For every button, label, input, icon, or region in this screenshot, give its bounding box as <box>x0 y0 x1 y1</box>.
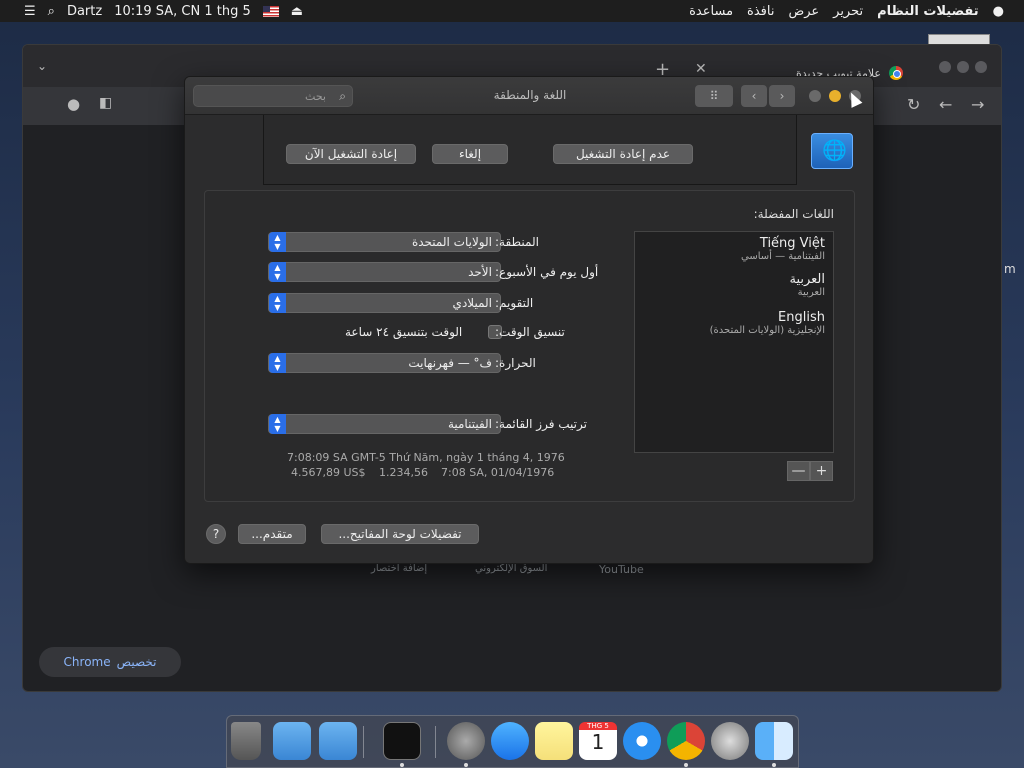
24-hour-checkbox-label[interactable]: الوقت بتنسيق ٢٤ ساعة <box>345 325 462 339</box>
show-all-grid-button[interactable]: ⠿ <box>695 85 733 107</box>
window-minimize-button[interactable] <box>939 61 951 73</box>
running-indicator <box>684 763 688 767</box>
window-titlebar: ⌕ بحث اللغة والمنطقة ⠿ ‹ › <box>185 77 873 115</box>
running-indicator <box>772 763 776 767</box>
menu-app-name[interactable]: تفضيلات النظام <box>877 4 979 19</box>
profile-icon[interactable]: ● <box>67 95 80 113</box>
region-popup[interactable]: ▲ ▼ الولايات المتحدة <box>268 232 501 252</box>
back-icon[interactable]: ← <box>939 95 952 114</box>
terminal-icon[interactable] <box>383 722 421 760</box>
temperature-label: الحرارة: <box>495 356 536 370</box>
temperature-popup[interactable]: ▲ ▼ ف° — فهرنهايت <box>268 353 501 373</box>
menu-window[interactable]: نافذة <box>747 4 774 19</box>
first-day-popup[interactable]: ▲ ▼ الأحد <box>268 262 501 282</box>
calendar-day: 1 <box>591 730 605 754</box>
menubar-user[interactable]: Dartz <box>67 4 102 19</box>
customize-brand: Chrome <box>63 655 111 669</box>
back-button[interactable]: ‹ <box>741 85 767 107</box>
list-item[interactable]: Tiếng Việt الفيتنامية — أساسي <box>741 236 825 262</box>
keyboard-preferences-button[interactable]: تفضيلات لوحة المفاتيح... <box>321 524 479 544</box>
shortcut-add[interactable]: إضافة اختصار <box>371 563 427 574</box>
popup-arrows-icon: ▲ ▼ <box>269 232 286 252</box>
remove-language-button[interactable]: — <box>787 461 810 481</box>
restart-now-button[interactable]: إعادة التشغيل الآن <box>286 144 416 164</box>
flag-icon[interactable] <box>262 5 279 17</box>
cancel-button[interactable]: إلغاء <box>432 144 508 164</box>
help-button[interactable]: ? <box>206 524 226 544</box>
eject-icon[interactable]: ⏏ <box>291 4 303 19</box>
dock-separator <box>363 726 364 758</box>
app-store-icon[interactable] <box>491 722 529 760</box>
side-panel-icon[interactable]: ◧ <box>99 95 112 111</box>
safari-icon[interactable] <box>623 722 661 760</box>
running-indicator <box>400 763 404 767</box>
dont-restart-button[interactable]: عدم إعادة التشغيل <box>553 144 693 164</box>
forward-button[interactable]: › <box>769 85 795 107</box>
sort-order-label: ترتيب فرز القائمة: <box>495 417 587 431</box>
general-panel: اللغات المفضلة: Tiếng Việt الفيتنامية — … <box>204 190 855 502</box>
customize-label: تخصيص <box>116 655 157 669</box>
list-item[interactable]: English الإنجليزية (الولايات المتحدة) <box>710 310 825 336</box>
applications-folder-icon[interactable] <box>319 722 357 760</box>
advanced-button[interactable]: متقدم... <box>238 524 306 544</box>
trash-icon[interactable] <box>231 722 261 760</box>
chrome-icon[interactable] <box>667 722 705 760</box>
popup-arrows-icon: ▲ ▼ <box>269 262 286 282</box>
sample-number: 1.234,56 <box>379 466 428 479</box>
notes-icon[interactable] <box>535 722 573 760</box>
chrome-tab-favicon-icon <box>889 66 903 80</box>
system-preferences-icon[interactable] <box>447 722 485 760</box>
list-item[interactable]: العربية العربية <box>789 272 825 298</box>
apple-icon[interactable]: ● <box>993 4 1004 19</box>
calendar-popup[interactable]: ▲ ▼ الميلادي <box>268 293 501 313</box>
popup-arrows-icon: ▲ ▼ <box>269 353 286 373</box>
calendar-label: التقويم: <box>495 296 534 310</box>
minimize-button[interactable] <box>829 90 841 102</box>
forward-icon[interactable]: → <box>971 95 984 114</box>
popup-arrows-icon: ▲ ▼ <box>269 293 286 313</box>
menu-bar: ☰ ⌕ Dartz 10:19 SA, CN 1 thg 5 ⏏ مساعدة … <box>0 0 1024 22</box>
dock: THG 5 1 <box>226 715 799 768</box>
search-icon[interactable]: ⌕ <box>48 4 55 19</box>
side-text: m <box>1004 262 1016 276</box>
menubar-clock[interactable]: 10:19 SA, CN 1 thg 5 <box>114 4 251 19</box>
finder-icon[interactable] <box>755 722 793 760</box>
list-icon[interactable]: ☰ <box>24 4 36 19</box>
sample-short-date: 7:08 SA, 01/04/1976 <box>441 466 555 479</box>
language-region-window: ⌕ بحث اللغة والمنطقة ⠿ ‹ › إعادة التشغيل… <box>184 76 874 564</box>
languages-list[interactable]: Tiếng Việt الفيتنامية — أساسي العربية ال… <box>634 231 834 453</box>
preferred-languages-heading: اللغات المفضلة: <box>753 207 834 221</box>
menu-edit[interactable]: تحرير <box>833 4 863 19</box>
close-tab-icon[interactable]: ✕ <box>695 61 707 77</box>
add-remove-buttons: — + <box>787 461 833 481</box>
calendar-icon[interactable]: THG 5 1 <box>579 722 617 760</box>
globe-icon <box>811 133 853 169</box>
calendar-month: THG 5 <box>579 722 617 730</box>
zoom-button[interactable] <box>809 90 821 102</box>
downloads-folder-icon[interactable] <box>273 722 311 760</box>
window-zoom-button[interactable] <box>957 61 969 73</box>
sample-date-time: 7:08:09 SA GMT-5 Thứ Năm, ngày 1 tháng 4… <box>287 451 565 464</box>
chevron-down-icon[interactable]: ⌄ <box>37 59 47 73</box>
region-label: المنطقة: <box>495 235 539 249</box>
customize-chrome-button[interactable]: Chrome تخصيص <box>39 647 181 677</box>
menu-help[interactable]: مساعدة <box>689 4 733 19</box>
menu-view[interactable]: عرض <box>788 4 819 19</box>
popup-arrows-icon: ▲ ▼ <box>269 414 286 434</box>
sample-currency: 4.567,89 US$ <box>291 466 366 479</box>
running-indicator <box>464 763 468 767</box>
sort-order-popup[interactable]: ▲ ▼ الفيتنامية <box>268 414 501 434</box>
add-language-button[interactable]: + <box>810 461 833 481</box>
time-format-label: تنسيق الوقت: <box>495 325 565 339</box>
reload-icon[interactable]: ↻ <box>907 95 920 114</box>
window-close-button[interactable] <box>975 61 987 73</box>
shortcut-marketplace[interactable]: السوق الإلكتروني <box>475 563 547 574</box>
shortcut-youtube[interactable]: YouTube <box>599 563 644 576</box>
first-day-label: أول يوم في الأسبوع: <box>495 265 599 279</box>
dock-separator <box>435 726 436 758</box>
launchpad-icon[interactable] <box>711 722 749 760</box>
restart-sheet: إعادة التشغيل الآن إلغاء عدم إعادة التشغ… <box>263 115 797 185</box>
